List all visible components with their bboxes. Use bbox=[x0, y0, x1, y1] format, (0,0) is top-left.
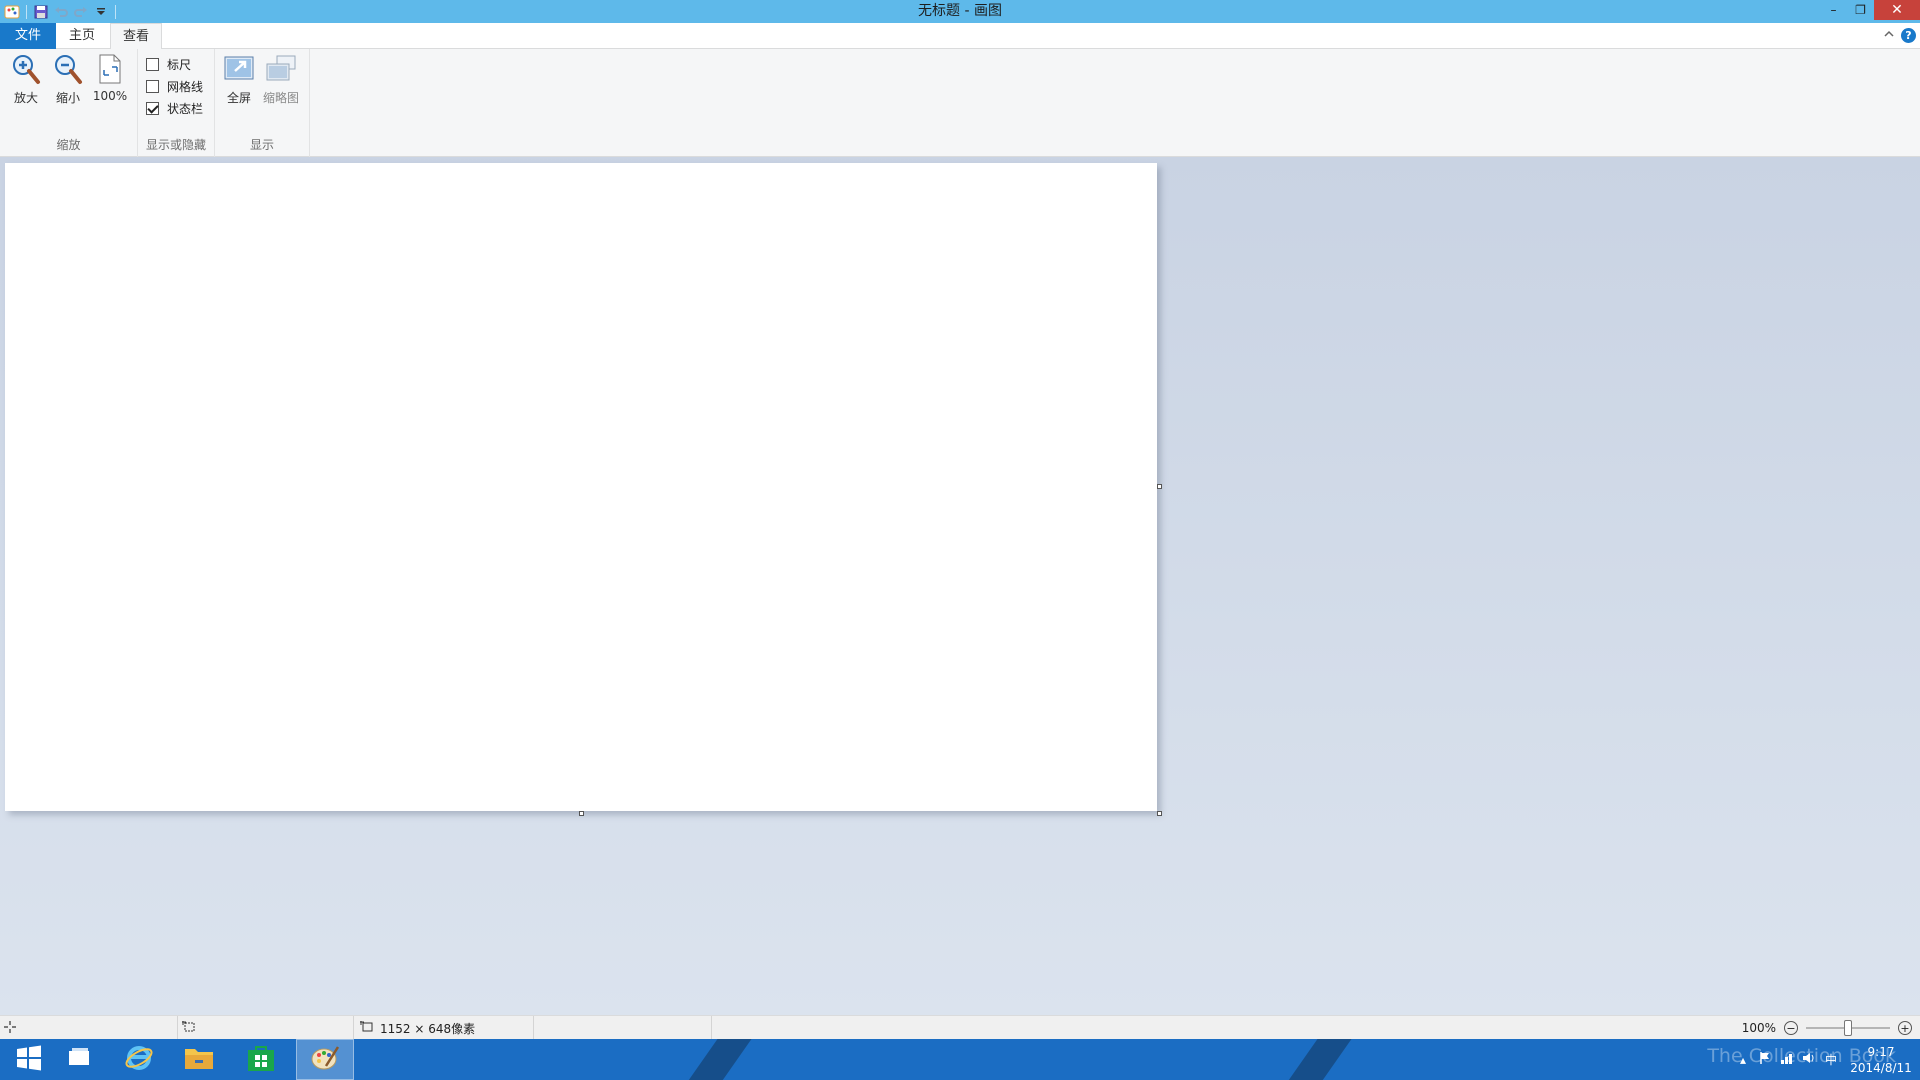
folder-icon bbox=[184, 1045, 214, 1074]
internet-explorer-button[interactable] bbox=[110, 1039, 168, 1080]
actual-size-label: 100% bbox=[92, 89, 128, 103]
statusbar-checkbox[interactable]: 状态栏 bbox=[146, 99, 203, 117]
paint-palette-icon bbox=[310, 1044, 340, 1075]
wallpaper-stripe bbox=[1275, 1039, 1359, 1080]
ruler-checkbox[interactable]: 标尺 bbox=[146, 55, 191, 73]
window-controls: – ❐ ✕ bbox=[1820, 0, 1920, 20]
canvas-size-text: 1152 × 648像素 bbox=[380, 1021, 476, 1036]
desktop-icon bbox=[67, 1047, 91, 1072]
fullscreen-label: 全屏 bbox=[226, 91, 251, 105]
volume-icon[interactable] bbox=[1798, 1051, 1820, 1068]
tab-file[interactable]: 文件 bbox=[0, 23, 56, 49]
ribbon-tab-bar: 文件 主页 查看 ? bbox=[0, 23, 1920, 50]
qat-separator bbox=[26, 4, 27, 19]
fullscreen-icon bbox=[223, 53, 255, 85]
zoom-out-label: 缩小 bbox=[55, 91, 80, 105]
task-view-button[interactable] bbox=[50, 1039, 108, 1080]
qat-separator bbox=[115, 4, 116, 19]
crosshair-icon bbox=[4, 1020, 16, 1036]
zoom-group: 放大 缩小 100% 缩放 bbox=[0, 49, 138, 157]
zoom-in-button[interactable]: 放大 bbox=[6, 53, 46, 111]
help-icon[interactable]: ? bbox=[1901, 28, 1916, 43]
drawing-canvas[interactable] bbox=[5, 163, 1157, 811]
zoom-slider[interactable] bbox=[1806, 1020, 1890, 1036]
show-hidden-icons-icon[interactable]: ▴ bbox=[1732, 1053, 1754, 1067]
display-group-label: 显示 bbox=[249, 138, 274, 152]
show-hide-group-label: 显示或隐藏 bbox=[145, 138, 206, 152]
title-bar: 无标题 - 画图 – ❐ ✕ bbox=[0, 0, 1920, 23]
minimize-button[interactable]: – bbox=[1820, 0, 1847, 20]
zoom-out-icon bbox=[52, 53, 84, 85]
system-tray: ▴ 中 9:17 2014/8/11 bbox=[1732, 1039, 1920, 1080]
fullscreen-button[interactable]: 全屏 bbox=[219, 53, 259, 111]
thumbnail-button[interactable]: 缩略图 bbox=[261, 53, 301, 111]
statusbar-checkbox-box[interactable] bbox=[146, 101, 159, 115]
resize-handle-right[interactable] bbox=[1157, 484, 1162, 489]
canvas-size-icon bbox=[360, 1020, 374, 1036]
store-button[interactable] bbox=[232, 1039, 290, 1080]
collapse-ribbon-icon[interactable] bbox=[1884, 28, 1894, 41]
internet-explorer-icon bbox=[124, 1043, 154, 1076]
wallpaper-stripe bbox=[675, 1039, 759, 1080]
windows-logo-icon bbox=[16, 1045, 42, 1074]
resize-handle-bottom[interactable] bbox=[579, 811, 584, 816]
zoom-in-label: 放大 bbox=[13, 91, 38, 105]
clock-date: 2014/8/11 bbox=[1850, 1060, 1912, 1075]
zoom-controls: 100% − + bbox=[1742, 1016, 1912, 1040]
actual-size-button[interactable]: 100% bbox=[90, 53, 130, 111]
action-center-flag-icon[interactable] bbox=[1754, 1051, 1776, 1068]
restore-button[interactable]: ❐ bbox=[1847, 0, 1874, 20]
redo-icon[interactable] bbox=[71, 2, 91, 22]
gridlines-label: 网格线 bbox=[167, 79, 204, 94]
save-icon[interactable] bbox=[31, 2, 51, 22]
zoom-group-label: 缩放 bbox=[56, 138, 81, 152]
file-explorer-button[interactable] bbox=[170, 1039, 228, 1080]
zoom-in-small-icon[interactable]: + bbox=[1898, 1021, 1912, 1035]
ruler-label: 标尺 bbox=[167, 57, 192, 72]
page-icon bbox=[94, 53, 126, 85]
tab-view[interactable]: 查看 bbox=[110, 23, 162, 50]
gridlines-checkbox-box[interactable] bbox=[146, 79, 159, 93]
resize-handle-corner[interactable] bbox=[1157, 811, 1162, 816]
canvas-size-cell: 1152 × 648像素 bbox=[354, 1016, 534, 1040]
selection-icon bbox=[182, 1020, 196, 1036]
status-bar: 1152 × 648像素 100% − + bbox=[0, 1015, 1920, 1040]
statusbar-label: 状态栏 bbox=[167, 101, 204, 116]
taskbar: The Collection Book ▴ 中 9:17 2014/8/11 bbox=[0, 1039, 1920, 1080]
thumbnail-icon bbox=[265, 53, 297, 85]
customize-dropdown-icon[interactable] bbox=[91, 2, 111, 22]
selection-size-cell bbox=[178, 1016, 354, 1040]
clock-time: 9:17 bbox=[1867, 1044, 1895, 1059]
cursor-position-cell bbox=[0, 1016, 178, 1040]
zoom-level-text: 100% bbox=[1741, 1021, 1776, 1035]
file-size-cell bbox=[534, 1016, 712, 1040]
window-title: 无标题 - 画图 bbox=[918, 3, 1002, 19]
close-button[interactable]: ✕ bbox=[1874, 0, 1920, 20]
zoom-out-small-icon[interactable]: − bbox=[1784, 1021, 1798, 1035]
network-icon[interactable] bbox=[1776, 1051, 1798, 1068]
paint-app-icon[interactable] bbox=[2, 2, 22, 22]
quick-access-toolbar bbox=[0, 0, 120, 23]
paint-taskbar-button[interactable] bbox=[296, 1039, 354, 1080]
input-method-indicator[interactable]: 中 bbox=[1820, 1051, 1842, 1068]
zoom-slider-thumb[interactable] bbox=[1844, 1020, 1852, 1036]
ruler-checkbox-box[interactable] bbox=[146, 57, 159, 71]
undo-icon[interactable] bbox=[51, 2, 71, 22]
canvas-workarea bbox=[0, 157, 1920, 1015]
thumbnail-label: 缩略图 bbox=[262, 91, 299, 105]
taskbar-clock[interactable]: 9:17 2014/8/11 bbox=[1842, 1044, 1920, 1076]
store-icon bbox=[247, 1044, 275, 1075]
gridlines-checkbox[interactable]: 网格线 bbox=[146, 77, 203, 95]
show-hide-group: 标尺 网格线 状态栏 显示或隐藏 bbox=[138, 49, 215, 157]
ribbon: 放大 缩小 100% 缩放 标尺 网格线 状态栏 显示或隐藏 全屏 缩略图 显示 bbox=[0, 49, 1920, 157]
zoom-in-icon bbox=[10, 53, 42, 85]
zoom-out-button[interactable]: 缩小 bbox=[48, 53, 88, 111]
tab-home[interactable]: 主页 bbox=[56, 23, 108, 49]
display-group: 全屏 缩略图 显示 bbox=[215, 49, 310, 157]
